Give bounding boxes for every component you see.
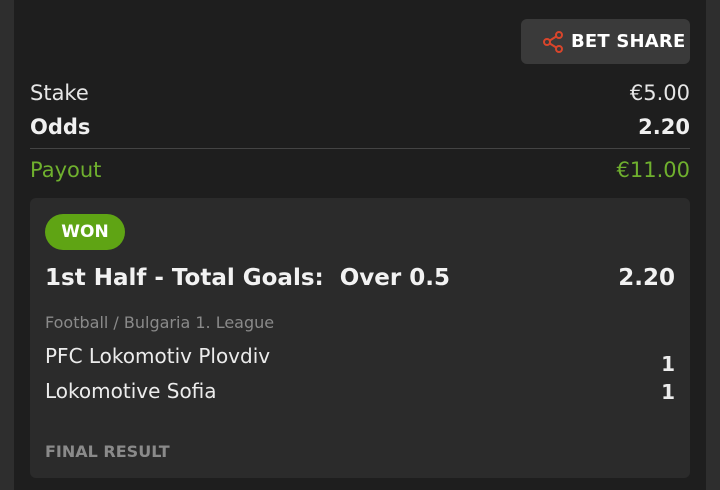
stake-value: €5.00 [629, 81, 690, 105]
odds-value: 2.20 [638, 115, 690, 139]
payout-row: Payout €11.00 [30, 157, 690, 183]
stake-row: Stake €5.00 [30, 80, 690, 106]
league-breadcrumb: Football / Bulgaria 1. League [45, 313, 275, 332]
home-team-score: 1 [661, 352, 675, 376]
stake-label: Stake [30, 81, 89, 105]
bet-share-label: BET SHARE [571, 31, 686, 52]
away-team-name: Lokomotive Sofia [45, 379, 217, 403]
final-result-label: FINAL RESULT [45, 442, 170, 461]
home-team-name: PFC Lokomotiv Plovdiv [45, 344, 271, 368]
selection-odds: 2.20 [618, 265, 675, 291]
status-badge: WON [45, 214, 125, 250]
payout-label: Payout [30, 158, 102, 182]
odds-row: Odds 2.20 [30, 114, 690, 140]
odds-label: Odds [30, 115, 91, 139]
summary-divider [30, 148, 690, 149]
market-title: 1st Half - Total Goals: Over 0.5 [45, 265, 450, 291]
payout-value: €11.00 [616, 158, 690, 182]
bet-share-button[interactable]: BET SHARE [521, 19, 690, 64]
away-team-score: 1 [661, 380, 675, 404]
share-icon [541, 30, 565, 54]
selection-card: WON 1st Half - Total Goals: Over 0.5 2.2… [30, 198, 690, 478]
bet-slip-panel: BET SHARE Stake €5.00 Odds 2.20 Payout €… [14, 0, 706, 490]
